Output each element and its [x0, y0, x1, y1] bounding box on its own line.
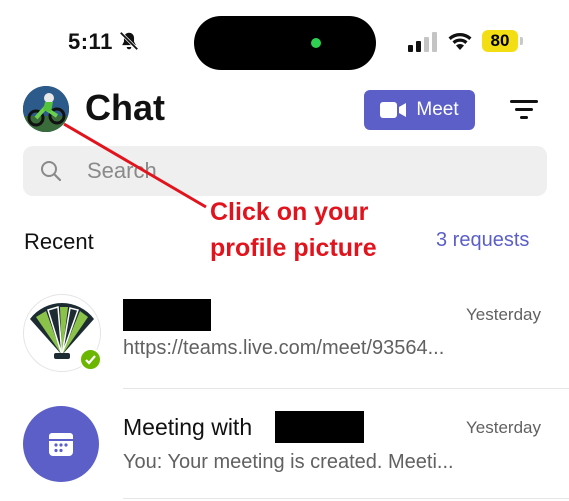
wifi-icon	[448, 33, 472, 50]
recent-heading: Recent	[24, 229, 94, 254]
chat-timestamp: Yesterday	[466, 305, 541, 324]
chat-avatar[interactable]	[23, 406, 99, 482]
cellular-signal-icon	[408, 32, 437, 52]
divider	[123, 498, 569, 499]
bell-slash-icon	[119, 31, 139, 51]
battery-icon: 80	[482, 30, 524, 52]
meet-button[interactable]: Meet	[364, 90, 475, 130]
redacted-contact-name	[275, 411, 364, 443]
filter-icon[interactable]	[510, 97, 538, 121]
chat-title: Meeting with	[123, 414, 253, 440]
search-input[interactable]	[87, 146, 527, 196]
profile-picture-icon	[23, 86, 69, 132]
presence-available-icon	[79, 348, 102, 371]
status-time: 5:11	[68, 29, 113, 54]
search-bar[interactable]	[23, 146, 547, 196]
divider	[123, 388, 569, 389]
dynamic-island	[194, 16, 376, 70]
chat-preview: You: Your meeting is created. Meeti...	[123, 451, 454, 473]
redacted-contact-name	[123, 299, 211, 331]
annotation-text-line1: Click on your	[210, 198, 369, 226]
meet-button-label: Meet	[416, 99, 459, 120]
battery-level: 80	[482, 30, 518, 52]
avatar[interactable]	[23, 86, 69, 132]
page-title: Chat	[85, 87, 165, 128]
chat-timestamp: Yesterday	[466, 418, 541, 437]
camera-indicator	[311, 38, 321, 48]
annotation-text-line2: profile picture	[210, 234, 377, 262]
requests-link[interactable]: 3 requests	[436, 229, 529, 252]
chat-preview: https://teams.live.com/meet/93564...	[123, 337, 445, 359]
video-camera-icon	[380, 102, 407, 118]
search-icon	[41, 161, 62, 182]
calendar-icon	[49, 433, 73, 456]
